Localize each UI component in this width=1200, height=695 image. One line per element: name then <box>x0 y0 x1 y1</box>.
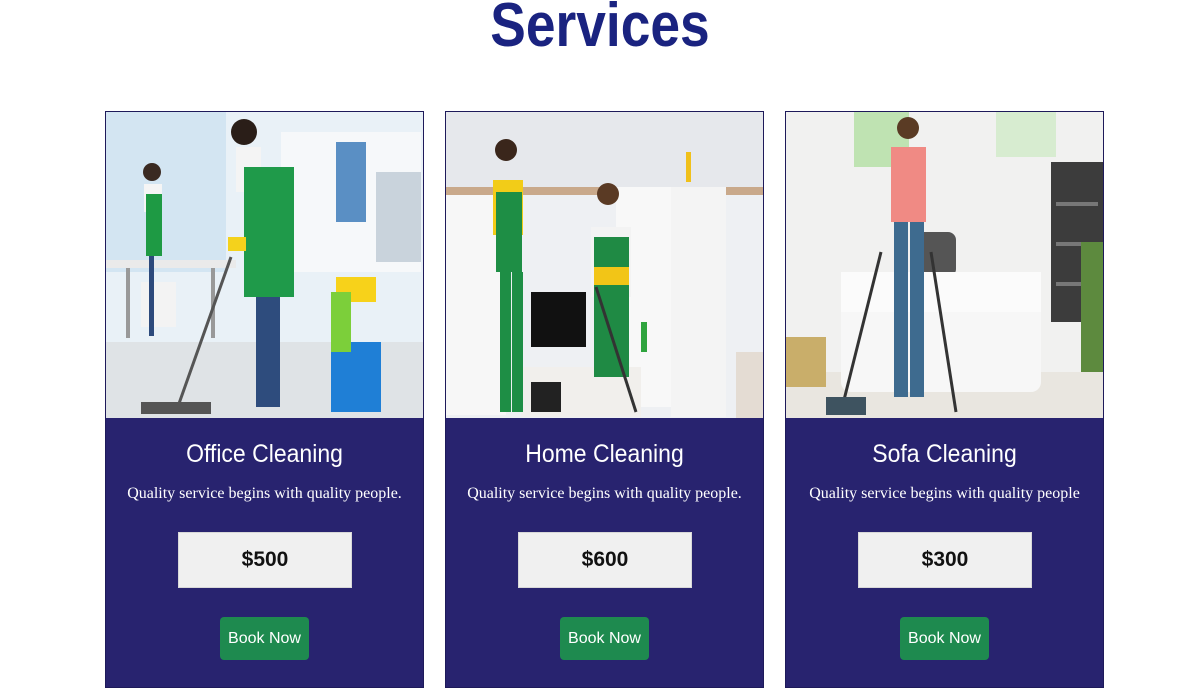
book-now-button[interactable]: Book Now <box>900 617 989 660</box>
price-box: $500 <box>178 532 352 588</box>
service-card-office-cleaning: Office Cleaning Quality service begins w… <box>105 111 424 688</box>
card-title: Sofa Cleaning <box>872 440 1017 468</box>
home-cleaning-photo <box>446 112 763 418</box>
page-title: Services <box>490 0 710 60</box>
book-now-button[interactable]: Book Now <box>220 617 309 660</box>
card-title: Home Cleaning <box>525 440 684 468</box>
price-box: $600 <box>518 532 692 588</box>
card-title: Office Cleaning <box>186 440 343 468</box>
card-description: Quality service begins with quality peop… <box>127 485 402 502</box>
book-now-button[interactable]: Book Now <box>560 617 649 660</box>
price-box: $300 <box>858 532 1032 588</box>
office-cleaning-photo <box>106 112 423 418</box>
card-description: Quality service begins with quality peop… <box>467 485 742 502</box>
service-card-sofa-cleaning: Sofa Cleaning Quality service begins wit… <box>785 111 1104 688</box>
sofa-cleaning-photo <box>786 112 1103 418</box>
service-card-home-cleaning: Home Cleaning Quality service begins wit… <box>445 111 764 688</box>
card-description: Quality service begins with quality peop… <box>809 485 1080 502</box>
